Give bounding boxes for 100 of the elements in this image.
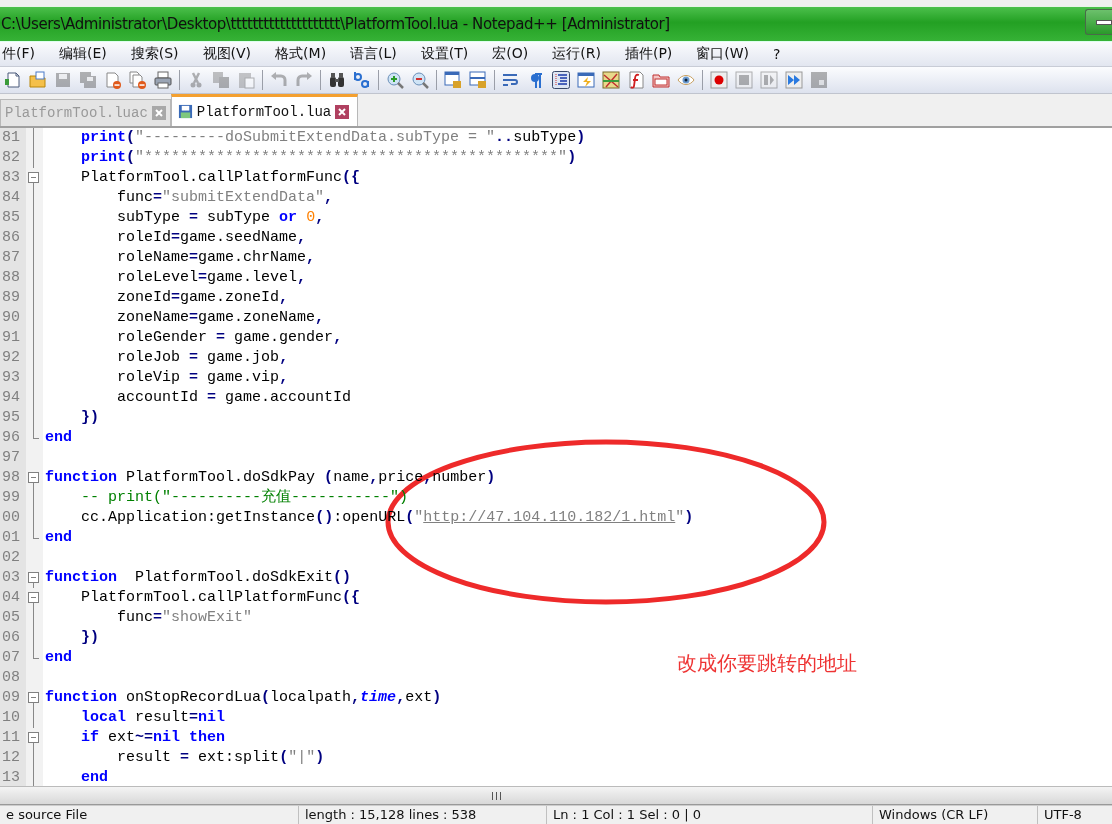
line-number: 01 bbox=[2, 528, 21, 548]
line-number: 90 bbox=[2, 308, 21, 328]
line-number: 06 bbox=[2, 628, 21, 648]
line-number: 98 bbox=[2, 468, 21, 488]
status-field: UTF-8 bbox=[1038, 806, 1112, 824]
line-number: 86 bbox=[2, 228, 21, 248]
code-line: print("---------doSubmitExtendData.subType = "..subType) bbox=[80, 128, 586, 148]
menu-item[interactable]: 视图(V) bbox=[190, 45, 264, 63]
menu-item[interactable]: 语言(L) bbox=[338, 45, 409, 63]
map-icon[interactable] bbox=[602, 71, 620, 89]
window-lock-icon[interactable] bbox=[469, 71, 487, 89]
line-number: 87 bbox=[2, 248, 21, 268]
line-number: 02 bbox=[2, 548, 21, 568]
line-number: 81 bbox=[2, 128, 21, 148]
line-number: 92 bbox=[2, 348, 21, 368]
menu-item[interactable]: 件(F) bbox=[2, 45, 47, 63]
code-line: subType = subType or 0, bbox=[116, 208, 325, 228]
code-line: end bbox=[45, 528, 72, 548]
line-number: 95 bbox=[2, 408, 21, 428]
annotation-text: 改成你要跳转的地址 bbox=[677, 650, 857, 677]
code-line: roleLevel=game.level, bbox=[116, 268, 307, 288]
status-field: Windows (CR LF) bbox=[873, 806, 1038, 824]
line-number: 94 bbox=[2, 388, 21, 408]
menu-item[interactable]: 编辑(E) bbox=[47, 45, 119, 63]
fast-forward-icon[interactable] bbox=[785, 71, 803, 89]
line-number: 09 bbox=[2, 688, 21, 708]
menu-item[interactable]: 搜索(S) bbox=[118, 45, 191, 63]
collapse-icon[interactable] bbox=[28, 732, 39, 743]
code-line: end bbox=[45, 648, 72, 668]
binoculars-icon[interactable] bbox=[328, 71, 346, 89]
folder-icon[interactable] bbox=[652, 71, 670, 89]
line-number: 12 bbox=[2, 748, 21, 768]
record-icon[interactable] bbox=[710, 71, 728, 89]
close-all-icon[interactable] bbox=[129, 71, 147, 89]
line-number: 10 bbox=[2, 708, 21, 728]
code-line: roleVip = game.vip, bbox=[116, 368, 289, 388]
close-tab-icon[interactable] bbox=[151, 106, 166, 120]
code-line: func="submitExtendData", bbox=[116, 188, 334, 208]
menu-item[interactable]: 插件(P) bbox=[612, 45, 685, 63]
line-number: 83 bbox=[2, 168, 21, 188]
minimize-button[interactable] bbox=[1085, 9, 1112, 35]
status-field: length : 15,128 lines : 538 bbox=[299, 806, 547, 824]
code-line: result = ext:split("|") bbox=[116, 748, 325, 768]
open-folder-icon[interactable] bbox=[29, 71, 47, 89]
menu-item[interactable]: 窗口(W) bbox=[684, 45, 762, 63]
code-line: zoneId=game.zoneId, bbox=[116, 288, 289, 308]
line-number: 97 bbox=[2, 448, 21, 468]
code-line: function PlatformTool.doSdkPay (name,price,number) bbox=[45, 468, 496, 488]
lightning-window-icon[interactable] bbox=[577, 71, 595, 89]
indent-guide-icon[interactable] bbox=[552, 71, 570, 89]
line-number: 82 bbox=[2, 148, 21, 168]
code-line: func="showExit" bbox=[116, 608, 253, 628]
line-number: 84 bbox=[2, 188, 21, 208]
menu-item[interactable]: 格式(M) bbox=[263, 45, 339, 63]
menu-item[interactable]: 运行(R) bbox=[540, 45, 613, 63]
status-field: e source File bbox=[0, 806, 299, 824]
collapse-icon[interactable] bbox=[28, 172, 39, 183]
code-line: }) bbox=[80, 408, 100, 428]
code-line: PlatformTool.callPlatformFunc({ bbox=[80, 168, 361, 188]
code-line: roleGender = game.gender, bbox=[116, 328, 343, 348]
line-number: 91 bbox=[2, 328, 21, 348]
status-field: Ln : 1 Col : 1 Sel : 0 | 0 bbox=[547, 806, 873, 824]
line-number: 88 bbox=[2, 268, 21, 288]
code-line: end bbox=[45, 428, 72, 448]
code-line: function onStopRecordLua(localpath,time,ext) bbox=[45, 688, 442, 708]
zoom-in-icon[interactable] bbox=[386, 71, 404, 89]
file-tab[interactable]: PlatformTool.lua bbox=[170, 94, 359, 126]
collapse-icon[interactable] bbox=[28, 592, 39, 603]
line-number: 96 bbox=[2, 428, 21, 448]
print-icon[interactable] bbox=[154, 71, 172, 89]
replace-icon[interactable] bbox=[353, 71, 371, 89]
collapse-icon[interactable] bbox=[28, 692, 39, 703]
menu-item[interactable]: 宏(O) bbox=[480, 45, 541, 63]
line-number: 11 bbox=[2, 728, 21, 748]
code-line: roleName=game.chrName, bbox=[116, 248, 316, 268]
new-file-icon[interactable] bbox=[4, 71, 22, 89]
menu-item[interactable]: ? bbox=[761, 46, 793, 62]
line-number: 89 bbox=[2, 288, 21, 308]
collapse-icon[interactable] bbox=[28, 572, 39, 583]
menu-item[interactable]: 设置(T) bbox=[408, 45, 481, 63]
code-line: local result=nil bbox=[80, 708, 226, 728]
word-wrap-icon[interactable] bbox=[502, 71, 520, 89]
window-lock-icon[interactable] bbox=[444, 71, 462, 89]
line-number: 03 bbox=[2, 568, 21, 588]
code-line: }) bbox=[80, 628, 100, 648]
window-title: C:\Users\Administrator\Desktop\tttttttttttttttttttt\PlatformTool.lua - Notepad++ [Administrator] bbox=[0, 15, 670, 33]
function-icon[interactable] bbox=[627, 71, 645, 89]
code-line: end bbox=[80, 768, 109, 786]
line-number: 08 bbox=[2, 668, 21, 688]
code-line: roleJob = game.job, bbox=[116, 348, 289, 368]
line-number: 93 bbox=[2, 368, 21, 388]
close-tab-icon[interactable] bbox=[335, 104, 350, 119]
close-file-icon[interactable] bbox=[104, 71, 122, 89]
line-number: 07 bbox=[2, 648, 21, 668]
code-line: zoneName=game.zoneName, bbox=[116, 308, 325, 328]
horizontal-scrollbar[interactable] bbox=[0, 786, 1112, 805]
zoom-out-icon[interactable] bbox=[411, 71, 429, 89]
line-number: 99 bbox=[2, 488, 21, 508]
line-number: 13 bbox=[2, 768, 21, 786]
collapse-icon[interactable] bbox=[28, 472, 39, 483]
